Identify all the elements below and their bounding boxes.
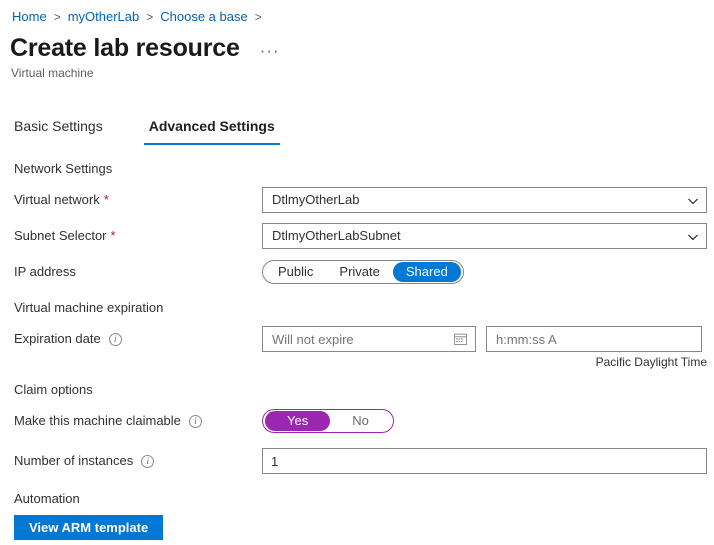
ip-address-option-private[interactable]: Private <box>326 262 392 282</box>
calendar-icon[interactable] <box>454 333 467 346</box>
breadcrumb-item-choose-a-base[interactable]: Choose a base <box>160 8 247 26</box>
subnet-selector-value: DtlmyOtherLabSubnet <box>272 228 401 243</box>
expiration-date-input[interactable]: Will not expire <box>262 326 476 352</box>
label-subnet-selector-text: Subnet Selector <box>14 228 107 243</box>
page-title: Create lab resource <box>10 34 240 62</box>
subnet-selector-select[interactable]: DtlmyOtherLabSubnet <box>262 223 707 249</box>
field-ip-address: Public Private Shared <box>262 260 714 284</box>
field-subnet-selector: DtlmyOtherLabSubnet <box>262 223 714 249</box>
section-header-network-settings: Network Settings <box>14 161 113 176</box>
label-expiration-date-text: Expiration date <box>14 331 101 346</box>
breadcrumb-separator-icon: > <box>254 10 262 24</box>
machine-claimable-toggle-group: Yes No <box>262 409 394 433</box>
page-header: Create lab resource ··· <box>10 32 284 64</box>
field-row-number-of-instances: Number of instances i <box>0 448 714 474</box>
section-header-automation: Automation <box>14 491 80 506</box>
info-icon[interactable]: i <box>108 332 122 346</box>
info-icon[interactable]: i <box>141 454 155 468</box>
label-ip-address: IP address <box>0 263 262 281</box>
chevron-down-icon <box>687 231 698 241</box>
virtual-network-select[interactable]: DtlmyOtherLab <box>262 187 707 213</box>
expiration-time-input[interactable]: h:mm:ss A <box>486 326 702 352</box>
label-virtual-network-text: Virtual network <box>14 192 100 207</box>
label-machine-claimable-text: Make this machine claimable <box>14 413 181 428</box>
ip-address-option-shared[interactable]: Shared <box>392 262 461 282</box>
field-row-expiration-date: Expiration date i Will not expire h:mm:s… <box>0 326 714 352</box>
breadcrumb-separator-icon: > <box>53 10 61 24</box>
label-ip-address-text: IP address <box>14 264 76 279</box>
more-options-icon[interactable]: ··· <box>256 42 284 60</box>
expiration-date-placeholder: Will not expire <box>272 331 354 347</box>
field-number-of-instances <box>262 448 714 474</box>
field-virtual-network: DtlmyOtherLab <box>262 187 714 213</box>
info-icon[interactable]: i <box>188 414 202 428</box>
breadcrumb-item-home[interactable]: Home <box>12 8 47 26</box>
machine-claimable-option-no[interactable]: No <box>330 411 391 431</box>
label-virtual-network: Virtual network * <box>0 191 262 209</box>
breadcrumb: Home > myOtherLab > Choose a base > <box>12 8 269 26</box>
virtual-network-value: DtlmyOtherLab <box>272 192 360 207</box>
field-expiration-date: Will not expire h:mm:ss A <box>262 326 714 352</box>
tab-advanced-settings[interactable]: Advanced Settings <box>143 115 280 145</box>
ip-address-choice-group: Public Private Shared <box>262 260 464 284</box>
field-row-subnet-selector: Subnet Selector * DtlmyOtherLabSubnet <box>0 223 714 249</box>
tab-basic-settings[interactable]: Basic Settings <box>12 115 105 145</box>
timezone-note: Pacific Daylight Time <box>595 355 707 369</box>
breadcrumb-separator-icon: > <box>146 10 154 24</box>
section-header-claim-options: Claim options <box>14 382 93 397</box>
field-row-virtual-network: Virtual network * DtlmyOtherLab <box>0 187 714 213</box>
number-of-instances-input[interactable] <box>262 448 707 474</box>
label-number-of-instances-text: Number of instances <box>14 453 134 468</box>
field-machine-claimable: Yes No <box>262 409 714 433</box>
label-expiration-date: Expiration date i <box>0 330 262 348</box>
field-row-ip-address: IP address Public Private Shared <box>0 259 714 285</box>
section-header-vm-expiration: Virtual machine expiration <box>14 300 164 315</box>
field-row-machine-claimable: Make this machine claimable i Yes No <box>0 408 714 434</box>
page-subtitle: Virtual machine <box>11 66 94 80</box>
chevron-down-icon <box>687 195 698 205</box>
view-arm-template-button[interactable]: View ARM template <box>14 515 164 540</box>
required-indicator: * <box>110 228 116 243</box>
advanced-settings-form: Network Settings Virtual network * Dtlmy… <box>0 160 714 540</box>
breadcrumb-item-myotherlab[interactable]: myOtherLab <box>68 8 140 26</box>
required-indicator: * <box>103 192 109 207</box>
ip-address-option-public[interactable]: Public <box>265 262 326 282</box>
label-number-of-instances: Number of instances i <box>0 452 262 470</box>
machine-claimable-option-yes[interactable]: Yes <box>265 411 331 431</box>
label-subnet-selector: Subnet Selector * <box>0 227 262 245</box>
tab-list: Basic Settings Advanced Settings <box>12 115 319 145</box>
label-machine-claimable: Make this machine claimable i <box>0 412 262 430</box>
expiration-time-placeholder: h:mm:ss A <box>496 331 557 347</box>
